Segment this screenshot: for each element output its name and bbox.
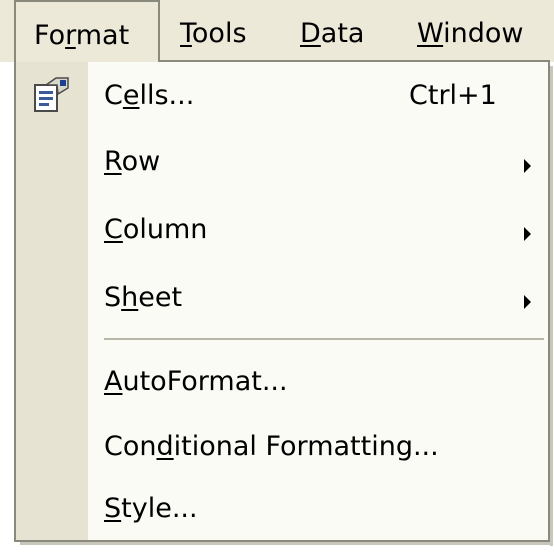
menu-item-label: AutoFormat...: [104, 366, 288, 397]
menu-item-row[interactable]: Row: [16, 130, 548, 196]
menu-item-cells[interactable]: Cells... Ctrl+1: [16, 64, 548, 130]
menu-window[interactable]: Window: [417, 18, 523, 50]
submenu-arrow-icon: [524, 159, 531, 173]
menu-item-label: Sheet: [104, 282, 183, 313]
menu-tools[interactable]: Tools: [180, 18, 247, 50]
submenu-arrow-icon: [524, 295, 531, 309]
menu-format-label: Format: [34, 20, 130, 51]
menu-item-label: Column: [104, 214, 208, 245]
format-dropdown-menu: Cells... Ctrl+1 Row Column Sheet AutoFor…: [14, 60, 550, 542]
menu-shadow-right: [550, 66, 553, 546]
menu-data[interactable]: Data: [300, 18, 364, 50]
menu-format[interactable]: Format: [14, 0, 160, 62]
menu-item-autoformat[interactable]: AutoFormat...: [16, 350, 548, 416]
menu-separator: [104, 338, 544, 340]
screen: Format Tools Data Window Cells... Ctrl+1: [0, 0, 554, 553]
menu-item-label: Style...: [104, 493, 198, 524]
shortcut-text: Ctrl+1: [409, 80, 497, 111]
menu-item-conditional-formatting[interactable]: Conditional Formatting...: [16, 415, 548, 481]
menu-item-label: Conditional Formatting...: [104, 431, 439, 462]
menu-item-sheet[interactable]: Sheet: [16, 266, 548, 332]
menu-item-style[interactable]: Style...: [16, 477, 548, 543]
menu-item-column[interactable]: Column: [16, 198, 548, 264]
menu-item-label: Cells...: [104, 80, 195, 111]
submenu-arrow-icon: [524, 227, 531, 241]
format-cells-icon: [32, 76, 72, 114]
menu-bar: Format Tools Data Window: [0, 0, 554, 62]
menu-item-label: Row: [104, 146, 161, 177]
